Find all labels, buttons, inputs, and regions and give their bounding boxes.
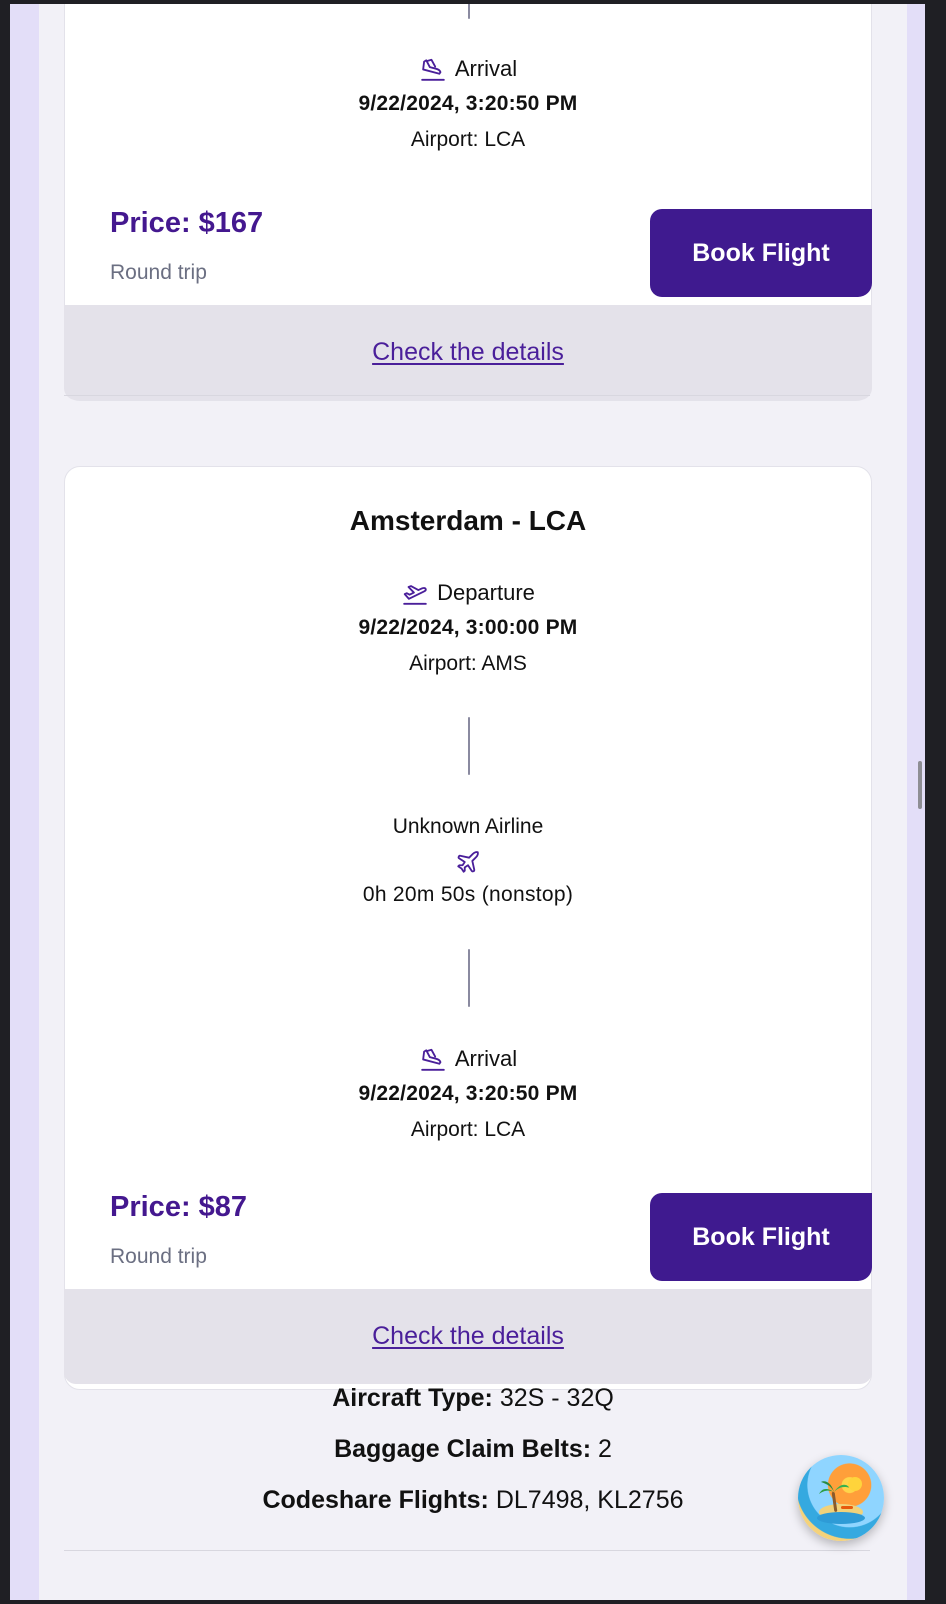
timeline-connector <box>468 4 470 19</box>
codeshare-value: DL7498, KL2756 <box>495 1486 684 1514</box>
arrival-datetime: 9/22/2024, 3:20:50 PM <box>358 1082 578 1105</box>
aircraft-type-label: Aircraft Type: <box>332 1384 493 1412</box>
aircraft-type-row: Aircraft Type: 32S - 32Q <box>39 1384 907 1413</box>
scrollbar-thumb[interactable] <box>918 761 922 809</box>
arrival-label: Arrival <box>454 1046 518 1071</box>
flight-card: Amsterdam - LCA Departure 9/22/2024, 3:0… <box>64 466 872 1390</box>
check-details-link[interactable]: Check the details <box>372 338 564 367</box>
arrival-heading: Arrival <box>65 55 871 83</box>
baggage-claim-value: 2 <box>598 1435 612 1463</box>
arrival-airport: Airport: LCA <box>410 128 526 151</box>
baggage-claim-label: Baggage Claim Belts: <box>334 1435 592 1463</box>
trip-type: Round trip <box>110 261 207 284</box>
price: Price: $87 <box>110 1191 248 1223</box>
departure-heading: Departure <box>65 579 871 607</box>
departure-label: Departure <box>437 580 535 605</box>
airline-name: Unknown Airline <box>392 815 544 838</box>
codeshare-label: Codeshare Flights: <box>262 1486 489 1514</box>
baggage-claim-row: Baggage Claim Belts: 2 <box>39 1435 907 1464</box>
flight-card: Arrival 9/22/2024, 3:20:50 PM Airport: L… <box>64 4 872 401</box>
details-footer: Check the details <box>64 305 872 400</box>
card-divider <box>64 1550 870 1551</box>
plane-icon <box>457 851 479 873</box>
departure-datetime: 9/22/2024, 3:00:00 PM <box>358 616 578 639</box>
departure-section: Departure 9/22/2024, 3:00:00 PM Airport:… <box>65 579 871 679</box>
timeline-connector <box>468 949 470 1007</box>
trip-type: Round trip <box>110 1245 207 1268</box>
flight-icon-wrap <box>65 849 871 875</box>
plane-landing-icon <box>421 58 445 81</box>
browser-window: Arrival 9/22/2024, 3:20:50 PM Airport: L… <box>10 4 925 1600</box>
arrival-section: Arrival 9/22/2024, 3:20:50 PM Airport: L… <box>65 55 871 155</box>
plane-takeoff-icon <box>403 585 427 605</box>
card-divider <box>64 395 870 396</box>
route-title: Amsterdam - LCA <box>349 505 587 536</box>
arrival-airport: Airport: LCA <box>410 1118 526 1141</box>
book-flight-button[interactable]: Book Flight <box>650 209 872 297</box>
price: Price: $167 <box>110 207 264 239</box>
arrival-datetime: 9/22/2024, 3:20:50 PM <box>358 92 578 115</box>
aircraft-type-value: 32S - 32Q <box>499 1384 614 1412</box>
codeshare-row: Codeshare Flights: DL7498, KL2756 <box>39 1486 907 1515</box>
arrival-section: Arrival 9/22/2024, 3:20:50 PM Airport: L… <box>65 1045 871 1145</box>
assistant-button[interactable] <box>798 1455 884 1541</box>
details-footer: Check the details <box>64 1289 872 1384</box>
book-flight-button[interactable]: Book Flight <box>650 1193 872 1281</box>
flight-info: Unknown Airline 0h 20m 50s (nonstop) <box>65 813 871 909</box>
flight-duration: 0h 20m 50s (nonstop) <box>362 883 574 906</box>
route-title-wrap: Amsterdam - LCA <box>65 503 871 539</box>
timeline-connector <box>468 717 470 775</box>
results-panel: Arrival 9/22/2024, 3:20:50 PM Airport: L… <box>39 4 907 1600</box>
departure-airport: Airport: AMS <box>409 652 527 675</box>
arrival-heading: Arrival <box>65 1045 871 1073</box>
beach-island-icon <box>817 1477 865 1524</box>
check-details-link[interactable]: Check the details <box>372 1322 564 1351</box>
arrival-label: Arrival <box>454 56 518 81</box>
plane-landing-icon <box>421 1048 445 1071</box>
